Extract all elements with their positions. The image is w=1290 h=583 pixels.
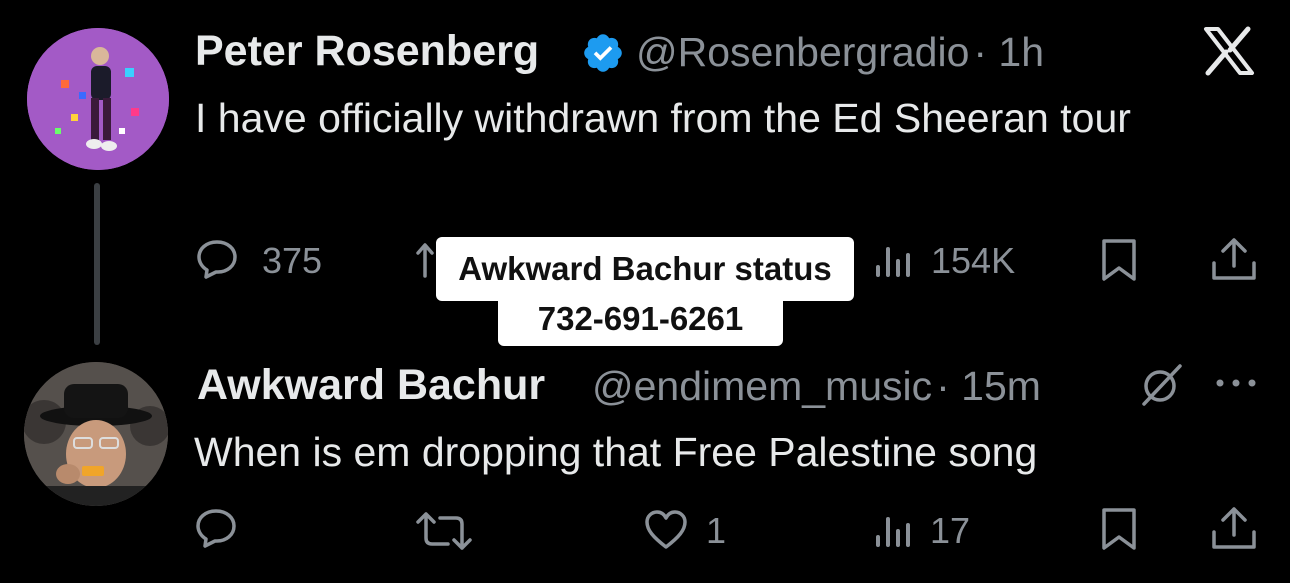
author-handle[interactable]: @Rosenbergradio· 1h bbox=[636, 29, 1044, 76]
thread-connector-line bbox=[94, 183, 100, 345]
share-icon[interactable] bbox=[1210, 236, 1258, 282]
timestamp[interactable]: · 15m bbox=[936, 363, 1041, 409]
reply-icon[interactable] bbox=[196, 239, 238, 279]
handle-text[interactable]: @Rosenbergradio bbox=[636, 29, 969, 75]
bookmark-icon[interactable] bbox=[1099, 238, 1139, 282]
x-logo-icon bbox=[1200, 26, 1258, 76]
author-handle[interactable]: @endimem_music· 15m bbox=[592, 363, 1041, 410]
grok-icon[interactable] bbox=[1138, 362, 1186, 408]
retweet-icon[interactable] bbox=[415, 240, 437, 280]
overlay-caption-line2: 732-691-6261 bbox=[498, 292, 783, 346]
more-icon[interactable] bbox=[1214, 376, 1258, 390]
tweet-text: When is em dropping that Free Palestine … bbox=[194, 429, 1038, 475]
tweet-text: I have officially withdrawn from the Ed … bbox=[195, 95, 1131, 141]
like-count[interactable]: 1 bbox=[706, 510, 726, 552]
reply-icon[interactable] bbox=[195, 508, 237, 548]
verified-badge-icon bbox=[581, 31, 625, 75]
bookmark-icon[interactable] bbox=[1099, 507, 1139, 551]
view-count[interactable]: 17 bbox=[930, 510, 970, 552]
author-name[interactable]: Peter Rosenberg bbox=[195, 27, 539, 76]
handle-text[interactable]: @endimem_music bbox=[592, 363, 932, 409]
view-count[interactable]: 154K bbox=[931, 240, 1015, 282]
share-icon[interactable] bbox=[1210, 505, 1258, 551]
author-name[interactable]: Awkward Bachur bbox=[197, 361, 545, 410]
avatar-awkward-bachur[interactable] bbox=[24, 362, 168, 506]
timestamp[interactable]: · 1h bbox=[973, 29, 1044, 75]
views-icon[interactable] bbox=[874, 513, 916, 549]
heart-icon[interactable] bbox=[643, 509, 689, 551]
retweet-icon[interactable] bbox=[414, 510, 474, 552]
avatar-peter-rosenberg[interactable] bbox=[27, 28, 169, 170]
reply-count[interactable]: 375 bbox=[262, 240, 322, 282]
views-icon[interactable] bbox=[874, 243, 916, 279]
